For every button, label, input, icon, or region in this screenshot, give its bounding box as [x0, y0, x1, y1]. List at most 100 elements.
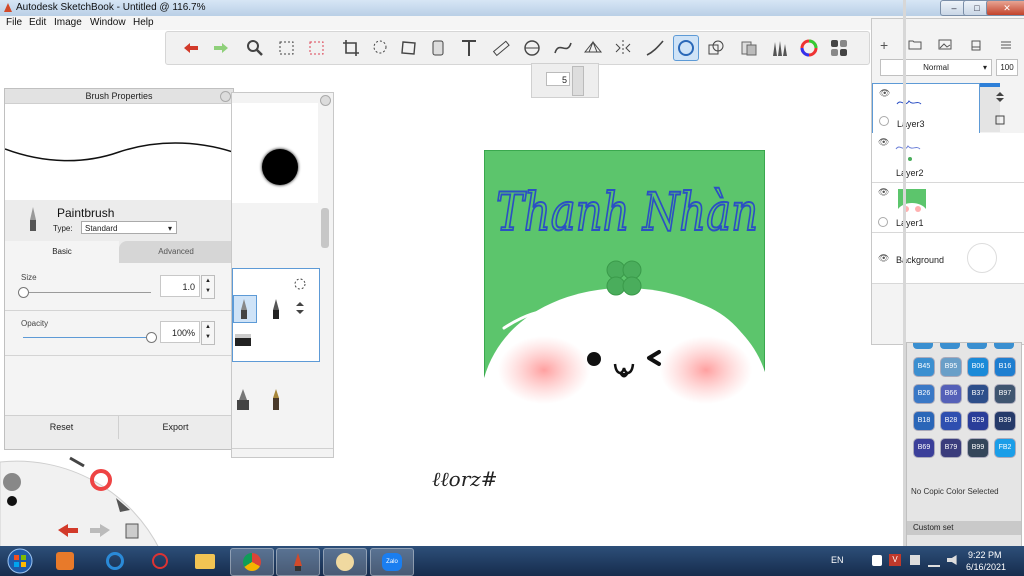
ellipse-guide-icon[interactable] [519, 35, 545, 61]
menu-window[interactable]: Window [90, 17, 126, 28]
copic-swatch[interactable]: B39 [994, 411, 1016, 431]
layer-delete-icon[interactable] [971, 39, 981, 51]
brush-puck-icon[interactable] [7, 496, 17, 506]
reorder-icon[interactable] [295, 301, 305, 315]
copic-swatch[interactable]: B16 [994, 357, 1016, 377]
tray-device-icon[interactable] [872, 555, 882, 566]
perspective-icon[interactable] [580, 35, 606, 61]
copic-swatch[interactable]: B28 [940, 411, 962, 431]
zoom-icon[interactable] [242, 35, 268, 61]
undo-icon[interactable] [178, 35, 204, 61]
airbrush-icon[interactable] [234, 388, 252, 412]
type-select[interactable]: Standard ▾ [81, 221, 177, 234]
layer-item-layer2[interactable]: 👁 Layer2 [872, 133, 1024, 183]
copic-swatch[interactable]: B97 [994, 384, 1016, 404]
circle-icon[interactable] [673, 35, 699, 61]
copic-swatch[interactable]: B29 [967, 411, 989, 431]
curve-guide-icon[interactable] [550, 35, 576, 61]
opacity-slider-track[interactable] [23, 337, 151, 338]
reset-button[interactable]: Reset [5, 416, 119, 439]
artwork-canvas[interactable]: Thanh Nhàn [484, 150, 765, 443]
ruler-icon[interactable] [488, 35, 514, 61]
copic-swatch[interactable]: B79 [940, 438, 962, 458]
menu-icon[interactable] [1000, 39, 1012, 51]
layer-opacity-field[interactable]: 100 [996, 59, 1018, 76]
transform-icon[interactable] [304, 35, 330, 61]
panel-close-icon[interactable] [320, 95, 331, 106]
menu-edit[interactable]: Edit [29, 17, 46, 28]
menu-file[interactable]: File [6, 17, 22, 28]
lock-toggle[interactable] [879, 116, 889, 126]
eye-icon[interactable]: 👁 [878, 253, 889, 264]
volume-icon[interactable] [947, 555, 957, 565]
size-slider-track[interactable] [23, 292, 151, 293]
copic-swatch-partial[interactable] [940, 343, 960, 349]
snipping-tool-icon[interactable] [139, 548, 181, 574]
paint-icon[interactable] [323, 548, 367, 576]
internet-explorer-icon[interactable] [94, 548, 136, 574]
scrollbar-thumb[interactable] [321, 208, 329, 248]
tab-advanced[interactable]: Advanced [119, 241, 233, 263]
fill-icon[interactable] [425, 35, 451, 61]
file-explorer-icon[interactable] [184, 548, 226, 574]
copic-swatch[interactable]: B95 [940, 357, 962, 377]
lagoon-menu[interactable] [0, 440, 180, 550]
eye-icon[interactable]: 👁 [878, 187, 889, 198]
opacity-value-field[interactable]: 100% [160, 321, 200, 343]
layer-item-layer3[interactable]: 👁 Layer3 [872, 83, 980, 134]
crop-icon[interactable] [338, 35, 364, 61]
chrome-icon[interactable] [230, 548, 274, 576]
close-button[interactable]: ✕ [986, 0, 1024, 16]
add-layer-icon[interactable]: + [880, 37, 888, 53]
color-wheel-icon[interactable] [796, 35, 822, 61]
menu-image[interactable]: Image [54, 17, 82, 28]
clock-time[interactable]: 9:22 PM [968, 550, 1002, 560]
folder-icon[interactable] [908, 39, 922, 50]
copic-swatch[interactable]: B99 [967, 438, 989, 458]
copic-swatch-partial[interactable] [994, 343, 1014, 349]
pen-icon[interactable] [69, 456, 85, 468]
text-icon[interactable] [456, 35, 482, 61]
copic-swatch[interactable]: B69 [913, 438, 935, 458]
size-stepper[interactable]: ▲ ▼ [201, 275, 215, 299]
distort-icon[interactable] [396, 35, 422, 61]
size-value-field[interactable]: 1.0 [160, 275, 200, 297]
reorder-icon[interactable] [994, 91, 1006, 103]
action-center-icon[interactable] [910, 555, 920, 565]
brush-size-slider[interactable] [572, 66, 584, 96]
lasso-icon[interactable] [367, 35, 393, 61]
puck-icon[interactable] [3, 473, 21, 491]
tab-basic[interactable]: Basic [5, 241, 119, 263]
lasso-brush-icon[interactable] [293, 277, 307, 291]
redo-icon[interactable] [208, 35, 234, 61]
size-slider-knob[interactable] [18, 287, 29, 298]
panel-close-icon[interactable] [220, 91, 231, 102]
blend-mode-select[interactable]: Normal ▾ [880, 59, 992, 76]
select-rect-icon[interactable] [274, 35, 300, 61]
tray-app-icon[interactable]: V [889, 554, 901, 566]
clock-date[interactable]: 6/16/2021 [966, 562, 1006, 572]
export-button[interactable]: Export [119, 416, 232, 439]
image-icon[interactable] [938, 39, 952, 50]
copic-swatch[interactable]: B45 [913, 357, 935, 377]
copic-swatch[interactable]: B37 [967, 384, 989, 404]
shape-icon[interactable] [703, 35, 729, 61]
copic-swatch[interactable]: B66 [940, 384, 962, 404]
copic-library-icon[interactable] [736, 35, 762, 61]
copic-swatch[interactable]: B06 [967, 357, 989, 377]
copic-swatch[interactable]: B18 [913, 411, 935, 431]
layer-options-icon[interactable] [994, 114, 1006, 126]
eraser-icon[interactable] [233, 331, 253, 349]
start-button-icon[interactable] [4, 548, 36, 574]
layer-item-layer1[interactable]: 👁 Layer1 [872, 183, 1024, 233]
pen-icon[interactable] [269, 298, 283, 320]
eye-icon[interactable]: 👁 [878, 137, 889, 148]
language-indicator[interactable]: EN [831, 555, 844, 565]
brush-size-value[interactable]: 5 [546, 72, 570, 86]
opacity-stepper[interactable]: ▲ ▼ [201, 321, 215, 345]
opacity-slider-knob[interactable] [146, 332, 157, 343]
marker-icon[interactable] [270, 388, 282, 412]
brush-library-icon[interactable] [766, 35, 792, 61]
menu-help[interactable]: Help [133, 17, 154, 28]
symmetry-icon[interactable] [610, 35, 636, 61]
